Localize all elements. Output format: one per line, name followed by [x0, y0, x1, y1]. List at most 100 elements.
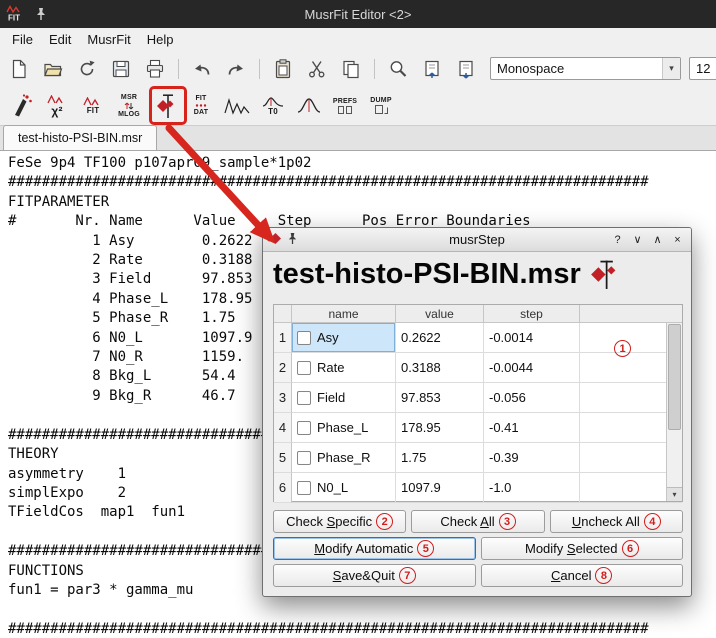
param-checkbox[interactable]: [297, 391, 311, 405]
save-quit-button[interactable]: Save&Quit 7: [273, 564, 476, 587]
param-step-cell[interactable]: -0.41: [484, 413, 580, 443]
chevron-down-icon[interactable]: ▾: [662, 58, 680, 79]
pin-icon[interactable]: [287, 232, 298, 245]
check-all-button[interactable]: Check All 3: [411, 510, 544, 533]
annotation-marker-1: 1: [614, 340, 631, 357]
check-specific-button[interactable]: Check Specific 2: [273, 510, 406, 533]
musrwiz-icon[interactable]: [6, 88, 36, 124]
row-number: 1: [274, 323, 292, 353]
empty-column-header: [580, 305, 682, 323]
param-checkbox[interactable]: [297, 481, 311, 495]
font-size-input[interactable]: 12 ▴▾: [689, 57, 716, 80]
table-scrollbar[interactable]: ▾: [666, 323, 682, 501]
fitdat-fit-label: FIT: [195, 95, 206, 102]
param-name: Rate: [317, 360, 344, 375]
param-step-cell[interactable]: -0.39: [484, 443, 580, 473]
menu-edit[interactable]: Edit: [41, 29, 79, 50]
maximize-button[interactable]: ∧: [649, 231, 666, 248]
musrfit-logo-icon: FIT: [6, 5, 28, 22]
t0-icon[interactable]: T0: [258, 88, 288, 124]
table-row: 4 Phase_L 178.95 -0.41: [274, 413, 682, 443]
param-step-cell[interactable]: -1.0: [484, 473, 580, 503]
font-family-select[interactable]: Monospace ▾: [490, 57, 681, 80]
param-name-cell[interactable]: Phase_L: [292, 413, 396, 443]
find-icon[interactable]: [387, 58, 409, 80]
mlog-label: MLOG: [118, 111, 140, 118]
msr2data-icon[interactable]: FIT DAT: [186, 88, 216, 124]
new-file-icon[interactable]: [8, 58, 30, 80]
musrstep-dialog: musrStep ? ∨ ∧ × test-histo-PSI-BIN.msr …: [262, 227, 692, 597]
menubar: File Edit MusrFit Help: [0, 28, 716, 51]
param-step-cell[interactable]: -0.0014: [484, 323, 580, 353]
shade-button[interactable]: ∨: [629, 231, 646, 248]
param-step-cell[interactable]: -0.0044: [484, 353, 580, 383]
modify-selected-button[interactable]: Modify Selected 6: [481, 537, 684, 560]
uncheck-all-button[interactable]: Uncheck All 4: [550, 510, 683, 533]
find-next-icon[interactable]: [455, 58, 477, 80]
param-value-cell[interactable]: 1.75: [396, 443, 484, 473]
help-button[interactable]: ?: [609, 231, 626, 248]
font-family-value: Monospace: [491, 61, 662, 76]
find-previous-icon[interactable]: [421, 58, 443, 80]
open-folder-icon[interactable]: [42, 58, 64, 80]
value-column-header[interactable]: value: [396, 305, 484, 323]
param-checkbox[interactable]: [297, 361, 311, 375]
param-checkbox[interactable]: [297, 421, 311, 435]
msr-label: MSR: [121, 94, 137, 101]
table-row: 6 N0_L 1097.9 -1.0: [274, 473, 682, 503]
modify-automatic-button[interactable]: Modify Automatic 5: [273, 537, 476, 560]
param-name-cell[interactable]: Rate: [292, 353, 396, 383]
print-icon[interactable]: [144, 58, 166, 80]
annotation-marker-2: 2: [376, 513, 393, 530]
table-row: 5 Phase_R 1.75 -0.39: [274, 443, 682, 473]
musrt0-icon[interactable]: [294, 88, 324, 124]
cut-icon[interactable]: [306, 58, 328, 80]
param-name: Phase_L: [317, 420, 368, 435]
step-column-header[interactable]: step: [484, 305, 580, 323]
param-name-cell[interactable]: N0_L: [292, 473, 396, 503]
dialog-titlebar[interactable]: musrStep ? ∨ ∧ ×: [263, 228, 691, 252]
scrollbar-thumb[interactable]: [668, 324, 681, 430]
menu-musrfit[interactable]: MusrFit: [79, 29, 138, 50]
param-value-cell[interactable]: 97.853: [396, 383, 484, 413]
musrfit-icon[interactable]: FIT: [78, 88, 108, 124]
window-titlebar[interactable]: FIT MusrFit Editor <2>: [0, 0, 716, 28]
close-button[interactable]: ×: [669, 231, 686, 248]
param-checkbox[interactable]: [297, 451, 311, 465]
chisq-label: χ²: [51, 105, 62, 117]
t0-label: T0: [268, 108, 278, 116]
corner-header: [274, 305, 292, 323]
scroll-down-icon[interactable]: ▾: [667, 487, 682, 501]
paste-icon[interactable]: [272, 58, 294, 80]
save-quit-label: Save&Quit: [333, 568, 395, 583]
redo-icon[interactable]: [225, 58, 247, 80]
tab-msr-file[interactable]: test-histo-PSI-BIN.msr: [3, 125, 157, 150]
musrview-icon[interactable]: [222, 88, 252, 124]
msr-mlog-swap-icon[interactable]: MSR MLOG: [114, 88, 144, 124]
param-name-cell[interactable]: Phase_R: [292, 443, 396, 473]
param-step-cell[interactable]: -0.056: [484, 383, 580, 413]
prefs-label: PREFS: [333, 98, 357, 105]
chisq-icon[interactable]: χ²: [42, 88, 72, 124]
param-value-cell[interactable]: 0.2622: [396, 323, 484, 353]
param-name-cell[interactable]: Asy: [292, 323, 396, 353]
dump-icon[interactable]: DUMP: [366, 88, 396, 124]
menu-help[interactable]: Help: [139, 29, 182, 50]
param-name-cell[interactable]: Field: [292, 383, 396, 413]
reload-icon[interactable]: [76, 58, 98, 80]
param-checkbox[interactable]: [297, 331, 311, 345]
modify-button-row: Modify Automatic 5 Modify Selected 6: [273, 537, 683, 560]
param-value-cell[interactable]: 0.3188: [396, 353, 484, 383]
param-value-cell[interactable]: 178.95: [396, 413, 484, 443]
param-value-cell[interactable]: 1097.9: [396, 473, 484, 503]
row-number: 4: [274, 413, 292, 443]
menu-file[interactable]: File: [4, 29, 41, 50]
undo-icon[interactable]: [191, 58, 213, 80]
copy-icon[interactable]: [340, 58, 362, 80]
name-column-header[interactable]: name: [292, 305, 396, 323]
window-title: MusrFit Editor <2>: [305, 7, 412, 22]
save-icon[interactable]: [110, 58, 132, 80]
dialog-heading: test-histo-PSI-BIN.msr: [263, 252, 691, 291]
cancel-button[interactable]: Cancel 8: [481, 564, 684, 587]
prefs-icon[interactable]: PREFS: [330, 88, 360, 124]
